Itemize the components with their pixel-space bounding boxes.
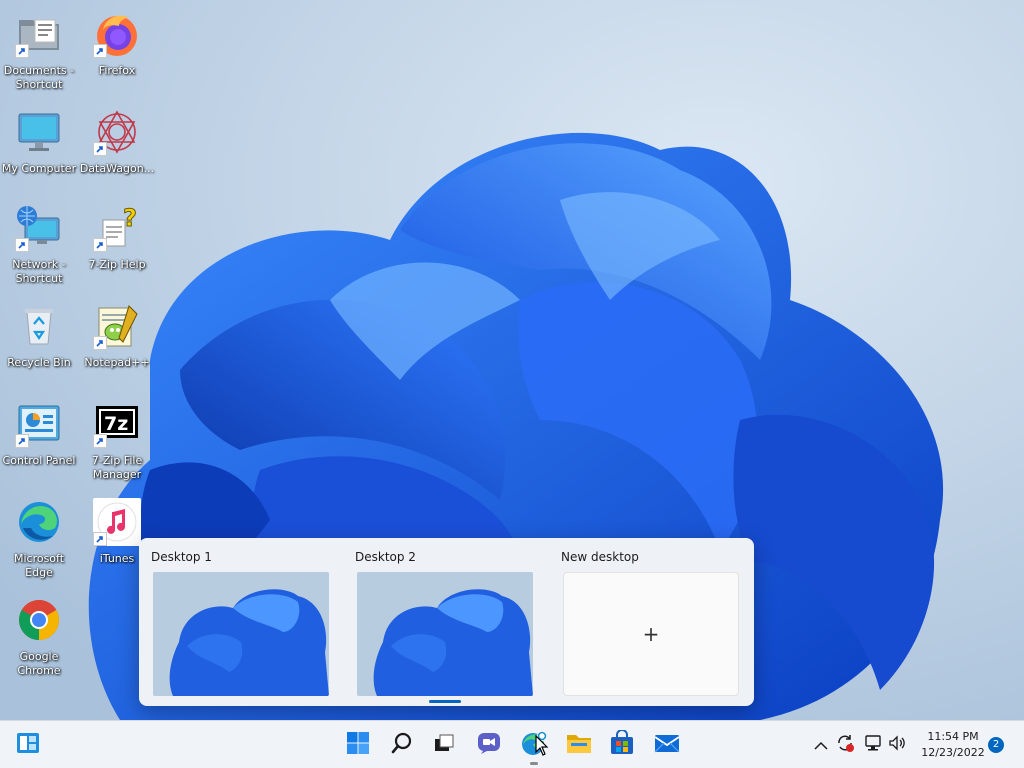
virtual-desktop-title: Desktop 1 bbox=[151, 550, 212, 564]
desktop-icon-label: Notepad++ bbox=[84, 356, 150, 369]
update-tray-button[interactable] bbox=[834, 734, 856, 756]
edge-icon bbox=[15, 498, 63, 546]
virtual-desktop-1[interactable]: Desktop 1 bbox=[139, 538, 339, 706]
clock-date: 12/23/2022 bbox=[921, 746, 985, 759]
mouse-cursor-icon bbox=[535, 735, 549, 756]
chat-button[interactable] bbox=[473, 729, 505, 761]
start-button[interactable] bbox=[342, 729, 374, 761]
shortcut-arrow-icon bbox=[93, 238, 107, 252]
desktop-icon-my-computer[interactable]: My Computer bbox=[0, 104, 78, 194]
desktop-icon-recycle-bin[interactable]: Recycle Bin bbox=[0, 298, 78, 388]
desktop-icon-7zip-help[interactable]: ? 7-Zip Help bbox=[78, 200, 156, 290]
monitor-icon bbox=[15, 108, 63, 156]
update-icon bbox=[835, 733, 855, 757]
shortcut-arrow-icon bbox=[93, 434, 107, 448]
desktop-icon-datawagon[interactable]: DataWagon... bbox=[78, 104, 156, 194]
widgets-icon bbox=[16, 731, 40, 759]
desktop-icon-network[interactable]: Network - Shortcut bbox=[0, 200, 78, 290]
mail-button[interactable] bbox=[651, 729, 683, 761]
desktop-icon-control-panel[interactable]: Control Panel bbox=[0, 396, 78, 486]
widgets-button[interactable] bbox=[12, 729, 44, 761]
datawagon-icon bbox=[93, 108, 141, 156]
desktop-icon-edge[interactable]: Microsoft Edge bbox=[0, 494, 78, 584]
itunes-icon bbox=[93, 498, 141, 546]
firefox-icon bbox=[93, 10, 141, 58]
desktop-icon-label: Documents - Shortcut bbox=[3, 64, 75, 91]
taskbar: 11:54 PM 12/23/2022 2 bbox=[0, 720, 1024, 768]
mail-icon bbox=[654, 730, 680, 760]
search-icon bbox=[390, 731, 414, 759]
new-desktop-button[interactable]: + bbox=[563, 572, 739, 696]
task-view-button[interactable] bbox=[428, 729, 460, 761]
desktop-icon-label: Recycle Bin bbox=[7, 356, 71, 369]
chevron-up-icon bbox=[814, 736, 828, 755]
shortcut-arrow-icon bbox=[15, 44, 29, 58]
new-desktop[interactable]: New desktop + bbox=[549, 538, 749, 706]
shortcut-arrow-icon bbox=[93, 142, 107, 156]
desktop-icon-label: Control Panel bbox=[2, 454, 76, 467]
desktop-icon-label: 7-Zip File Manager bbox=[91, 454, 143, 481]
svg-text:?: ? bbox=[123, 204, 137, 232]
notepadpp-icon bbox=[93, 302, 141, 350]
task-view-icon bbox=[432, 731, 456, 759]
desktop-thumbnail[interactable] bbox=[357, 572, 533, 696]
folder-documents-icon bbox=[15, 10, 63, 58]
desktop-icon-documents[interactable]: Documents - Shortcut bbox=[0, 6, 78, 96]
file-explorer-button[interactable] bbox=[563, 729, 595, 761]
clock[interactable]: 11:54 PM 12/23/2022 bbox=[916, 729, 990, 761]
desktop-icon-7zip-file-manager[interactable]: 7z 7-Zip File Manager bbox=[78, 396, 156, 486]
store-icon bbox=[609, 729, 635, 760]
help-document-icon: ? bbox=[93, 204, 141, 252]
scroll-handle[interactable] bbox=[429, 700, 461, 703]
shortcut-arrow-icon bbox=[15, 238, 29, 252]
desktop-icon-label: My Computer bbox=[1, 162, 77, 175]
desktop-icon-label: Network - Shortcut bbox=[12, 258, 66, 285]
desktop-icon-label: DataWagon... bbox=[79, 162, 155, 175]
chrome-icon bbox=[15, 596, 63, 644]
shortcut-arrow-icon bbox=[93, 532, 107, 546]
chat-icon bbox=[477, 731, 501, 759]
desktop-icon-firefox[interactable]: Firefox bbox=[78, 6, 156, 96]
volume-tray-button[interactable] bbox=[886, 734, 908, 756]
clock-time: 11:54 PM bbox=[927, 730, 979, 743]
recycle-bin-icon bbox=[15, 302, 63, 350]
search-button[interactable] bbox=[386, 729, 418, 761]
desktop-icon-label: Firefox bbox=[98, 64, 136, 77]
virtual-desktop-title: New desktop bbox=[561, 550, 639, 564]
svg-text:7z: 7z bbox=[104, 413, 128, 435]
virtual-desktop-title: Desktop 2 bbox=[355, 550, 416, 564]
shortcut-arrow-icon bbox=[93, 336, 107, 350]
notification-badge[interactable]: 2 bbox=[988, 737, 1004, 753]
network-tray-button[interactable] bbox=[862, 734, 884, 756]
virtual-desktop-2[interactable]: Desktop 2 bbox=[343, 538, 543, 706]
network-icon bbox=[15, 204, 63, 252]
control-panel-icon bbox=[15, 400, 63, 448]
start-icon bbox=[346, 731, 370, 759]
store-button[interactable] bbox=[606, 729, 638, 761]
file-explorer-icon bbox=[566, 730, 592, 760]
volume-icon bbox=[887, 733, 907, 757]
desktop-icon-notepadpp[interactable]: Notepad++ bbox=[78, 298, 156, 388]
network-icon bbox=[863, 733, 883, 757]
desktop-icon-label: 7-Zip Help bbox=[88, 258, 146, 271]
desktop-thumbnail[interactable] bbox=[153, 572, 329, 696]
shortcut-arrow-icon bbox=[15, 434, 29, 448]
desktop-icon-label: Microsoft Edge bbox=[13, 552, 65, 579]
desktop-icon-chrome[interactable]: Google Chrome bbox=[0, 592, 78, 682]
show-hidden-icons-button[interactable] bbox=[810, 734, 832, 756]
task-view-panel: Desktop 1 Desktop 2 New desktop + bbox=[139, 538, 754, 706]
plus-icon: + bbox=[642, 622, 660, 646]
shortcut-arrow-icon bbox=[93, 44, 107, 58]
desktop-icon-label: Google Chrome bbox=[17, 650, 61, 677]
7zip-icon: 7z bbox=[93, 400, 141, 448]
